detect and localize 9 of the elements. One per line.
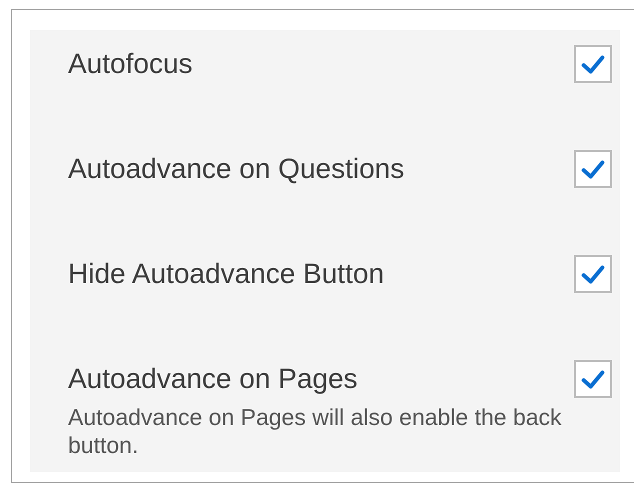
option-label: Autoadvance on Pages — [68, 363, 358, 395]
option-label: Autoadvance on Questions — [68, 153, 404, 185]
checkbox[interactable] — [574, 360, 612, 398]
checkbox[interactable] — [574, 255, 612, 293]
option-label: Hide Autoadvance Button — [68, 258, 384, 290]
checkbox[interactable] — [574, 150, 612, 188]
checkbox[interactable] — [574, 45, 612, 83]
option-label: Autofocus — [68, 48, 193, 80]
option-description: Autoadvance on Pages will also enable the back button. — [68, 403, 563, 459]
